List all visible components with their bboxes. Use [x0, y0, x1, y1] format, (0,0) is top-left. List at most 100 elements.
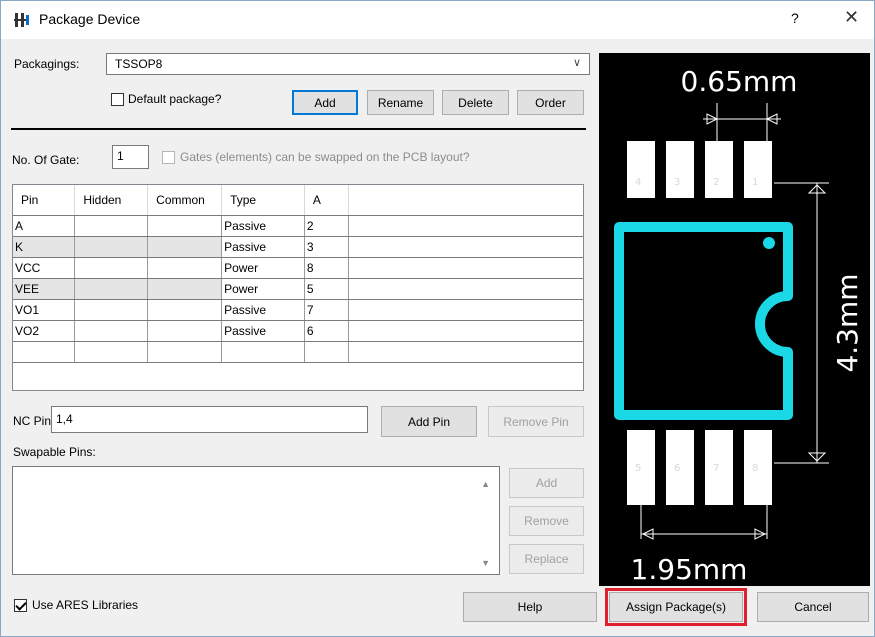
- pitch-dimension-label: 0.65mm: [681, 65, 798, 98]
- table-cell[interactable]: 5: [304, 278, 349, 300]
- title-bar: Package Device ? ✕: [1, 1, 874, 39]
- table-cell[interactable]: VEE: [13, 278, 76, 300]
- scroll-up-icon[interactable]: ▲: [481, 479, 490, 489]
- table-cell[interactable]: [348, 278, 583, 300]
- table-cell[interactable]: [348, 215, 583, 237]
- assign-packages-button[interactable]: Assign Package(s): [605, 588, 747, 626]
- close-icon[interactable]: ✕: [844, 7, 859, 28]
- table-cell[interactable]: Power: [221, 278, 305, 300]
- top-pad-label: 2: [713, 177, 719, 188]
- table-row[interactable]: VCC Power 8: [13, 257, 583, 279]
- column-header-empty: [348, 185, 583, 216]
- table-cell[interactable]: [348, 320, 583, 342]
- table-cell[interactable]: [147, 320, 223, 342]
- delete-package-button[interactable]: Delete: [442, 90, 509, 115]
- table-cell[interactable]: [147, 257, 223, 279]
- column-header-hidden[interactable]: Hidden: [74, 185, 149, 216]
- top-pad: [627, 141, 655, 198]
- table-cell[interactable]: [348, 257, 583, 279]
- table-cell[interactable]: [74, 278, 149, 300]
- table-cell[interactable]: [147, 341, 223, 363]
- package-device-icon: [14, 13, 29, 27]
- table-cell[interactable]: [221, 341, 305, 363]
- table-cell[interactable]: [147, 278, 223, 300]
- table-cell[interactable]: 3: [304, 236, 349, 258]
- gates-count-value: 1: [117, 149, 124, 163]
- table-cell[interactable]: Passive: [221, 320, 305, 342]
- default-package-checkbox[interactable]: [111, 93, 124, 106]
- gates-label: No. Of Gate:: [12, 153, 80, 167]
- table-header-row: Pin Hidden Common Type A: [13, 185, 583, 216]
- table-cell[interactable]: [147, 236, 223, 258]
- table-cell[interactable]: VO1: [13, 299, 76, 321]
- column-header-a[interactable]: A: [304, 185, 349, 216]
- swap-remove-button[interactable]: Remove: [509, 506, 584, 536]
- table-cell[interactable]: 6: [304, 320, 349, 342]
- swapable-pins-label: Swapable Pins:: [13, 445, 96, 459]
- table-cell[interactable]: VO2: [13, 320, 76, 342]
- table-row[interactable]: K Passive 3: [13, 236, 583, 258]
- use-ares-checkbox[interactable]: [14, 599, 27, 612]
- remove-pin-button[interactable]: Remove Pin: [488, 406, 584, 437]
- table-cell[interactable]: VCC: [13, 257, 76, 279]
- bottom-pad-group: 5 6 7 8: [627, 430, 772, 505]
- table-row[interactable]: [13, 341, 583, 363]
- swap-replace-button[interactable]: Replace: [509, 544, 584, 574]
- rename-package-button[interactable]: Rename: [367, 90, 434, 115]
- table-cell[interactable]: [348, 341, 583, 363]
- chevron-down-icon[interactable]: ∨: [573, 56, 581, 69]
- table-cell[interactable]: K: [13, 236, 76, 258]
- table-cell[interactable]: A: [13, 215, 76, 237]
- table-cell[interactable]: [348, 299, 583, 321]
- table-cell[interactable]: [74, 257, 149, 279]
- package-device-dialog: Package Device ? ✕ Packagings: TSSOP8 ∨ …: [0, 0, 875, 637]
- table-row[interactable]: VO2 Passive 6: [13, 320, 583, 342]
- pin-table[interactable]: Pin Hidden Common Type A A Passive 2 K Passi…: [12, 184, 584, 391]
- top-pad-label: 3: [674, 177, 680, 188]
- table-cell[interactable]: [147, 299, 223, 321]
- swapable-pins-textarea[interactable]: ▲ ▼: [12, 466, 500, 575]
- table-cell[interactable]: Passive: [221, 236, 305, 258]
- column-header-pin[interactable]: Pin: [13, 185, 76, 216]
- table-cell[interactable]: [304, 341, 349, 363]
- table-cell[interactable]: 8: [304, 257, 349, 279]
- add-package-button[interactable]: Add: [292, 90, 358, 115]
- nc-pins-input[interactable]: 1,4: [51, 406, 368, 433]
- table-cell[interactable]: [13, 341, 76, 363]
- packagings-selected-value: TSSOP8: [115, 57, 163, 71]
- table-cell[interactable]: [74, 236, 149, 258]
- order-package-button[interactable]: Order: [517, 90, 584, 115]
- table-row[interactable]: VO1 Passive 7: [13, 299, 583, 321]
- help-button[interactable]: Help: [463, 592, 597, 622]
- table-cell[interactable]: [74, 215, 149, 237]
- swap-add-button[interactable]: Add: [509, 468, 584, 498]
- table-cell[interactable]: [74, 341, 149, 363]
- table-cell[interactable]: Passive: [221, 299, 305, 321]
- scroll-down-icon[interactable]: ▼: [481, 558, 490, 568]
- footprint-drawing: 0.65mm 4321 5678 4.3mm 1.95mm: [614, 65, 864, 586]
- table-row[interactable]: VEE Power 5: [13, 278, 583, 300]
- package-outline: [614, 222, 793, 420]
- table-cell[interactable]: Power: [221, 257, 305, 279]
- top-pad: [705, 141, 733, 198]
- packagings-select[interactable]: TSSOP8 ∨: [106, 53, 590, 75]
- help-title-button[interactable]: ?: [791, 10, 799, 26]
- table-row[interactable]: A Passive 2: [13, 215, 583, 237]
- default-package-label: Default package?: [128, 92, 222, 106]
- top-pad: [744, 141, 772, 198]
- table-cell[interactable]: Passive: [221, 215, 305, 237]
- column-header-common[interactable]: Common: [147, 185, 223, 216]
- gates-swap-checkbox[interactable]: [162, 151, 175, 164]
- table-cell[interactable]: 2: [304, 215, 349, 237]
- add-pin-button[interactable]: Add Pin: [381, 406, 477, 437]
- table-cell[interactable]: [74, 320, 149, 342]
- table-cell[interactable]: [74, 299, 149, 321]
- cancel-button[interactable]: Cancel: [757, 592, 869, 622]
- top-pad-label: 4: [635, 177, 641, 188]
- column-header-type[interactable]: Type: [221, 185, 305, 216]
- bottom-pad-label: 7: [713, 463, 719, 474]
- table-cell[interactable]: [147, 215, 223, 237]
- table-cell[interactable]: 7: [304, 299, 349, 321]
- table-cell[interactable]: [348, 236, 583, 258]
- gates-count-input[interactable]: 1: [112, 145, 149, 169]
